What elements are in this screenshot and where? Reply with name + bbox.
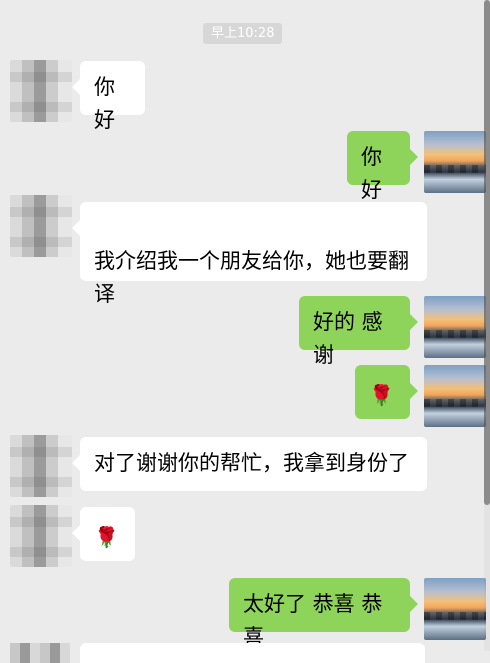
rose-icon: 🌹 [94,525,119,549]
message-text: 你好 [94,75,115,132]
contact-avatar[interactable] [10,60,72,122]
incoming-message-bubble: 对了谢谢你的帮忙，我拿到身份了 [72,437,427,491]
incoming-message-bubble: 你好 [72,61,145,132]
contact-avatar[interactable] [10,195,72,257]
outgoing-message-bubble: 你好 [347,131,418,202]
user-avatar[interactable] [424,131,486,193]
message-text: 你好 [361,145,382,202]
rose-icon: 🌹 [369,383,394,407]
scrollbar-track[interactable] [484,0,490,651]
user-avatar[interactable] [424,578,486,640]
contact-avatar-partial[interactable] [10,643,70,663]
incoming-message-bubble: 🌹 [72,507,135,561]
message-text: 太好了 恭喜 恭喜 [243,592,383,649]
outgoing-message-bubble: 好的 感谢 [299,296,418,367]
incoming-message-bubble: 我介绍我一个朋友给你，她也要翻 译 [72,202,427,306]
message-text: 对了谢谢你的帮忙，我拿到身份了 [94,451,409,475]
scrollbar-thumb[interactable] [484,0,490,505]
outgoing-message-bubble: 🌹 [355,365,418,419]
contact-avatar[interactable] [10,435,72,497]
user-avatar[interactable] [424,296,486,358]
contact-avatar[interactable] [10,505,72,567]
message-text: 好的 感谢 [313,310,383,367]
incoming-message-bubble-partial [80,643,425,663]
timestamp: 早上10:28 [203,23,283,44]
outgoing-message-bubble: 太好了 恭喜 恭喜 [229,578,418,649]
user-avatar[interactable] [424,365,486,427]
